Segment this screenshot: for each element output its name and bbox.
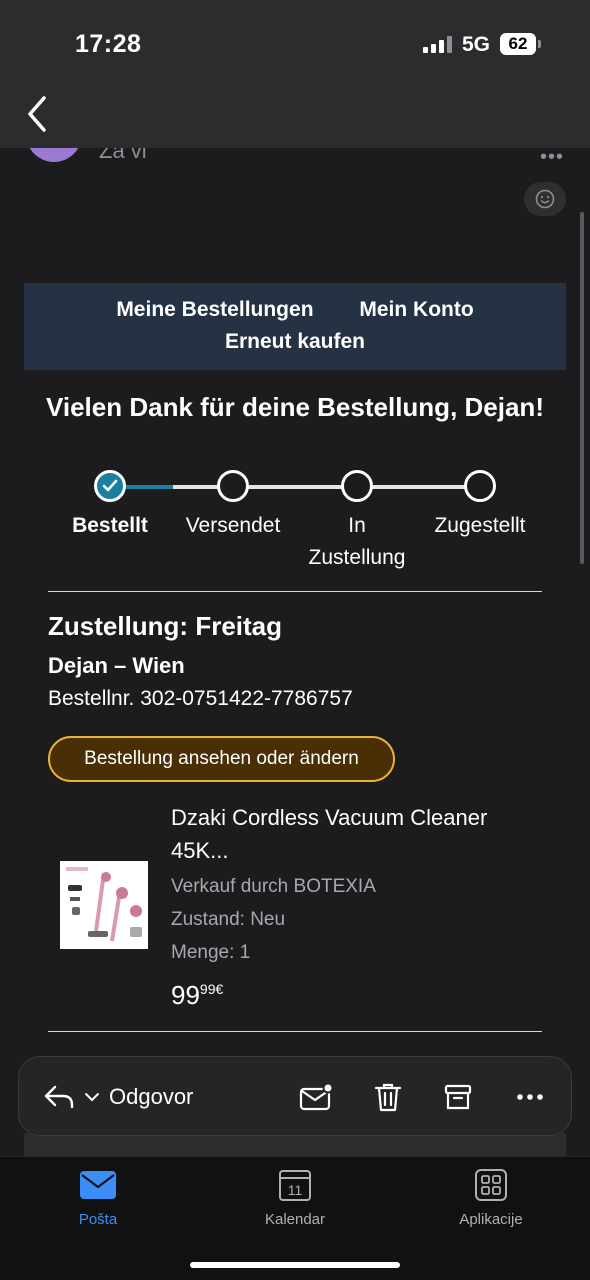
reply-icon (44, 1085, 74, 1109)
divider (48, 591, 542, 592)
apps-grid-icon (475, 1169, 507, 1201)
tracker-step-ordered (94, 470, 126, 502)
product-seller: Verkauf durch BOTEXIA (171, 876, 376, 897)
tracker-label-out-for-delivery: In Zustellung (308, 514, 406, 569)
delete-button[interactable] (365, 1057, 411, 1137)
tab-apps[interactable]: Aplikacije (431, 1165, 551, 1228)
shipment-tracker: Bestellt Versendet In Zustellung Zugeste… (0, 468, 590, 578)
my-account-link[interactable]: Mein Konto (359, 298, 473, 321)
tab-calendar-label: Kalendar (264, 1211, 326, 1228)
order-number: Bestellnr. 302-0751422-7786757 (48, 687, 353, 710)
product-condition: Zustand: Neu (171, 909, 286, 930)
tracker-label-shipped: Versendet (185, 514, 281, 537)
sender-avatar[interactable] (26, 148, 82, 162)
product-price: 9999€ (171, 980, 223, 1011)
home-indicator[interactable] (190, 1262, 400, 1268)
status-time: 17:28 (75, 30, 142, 58)
battery-icon: 62 (500, 33, 536, 55)
price-main: 99 (171, 980, 200, 1010)
mail-unread-icon (299, 1083, 333, 1111)
more-actions-button[interactable] (507, 1057, 553, 1137)
more-options-icon[interactable]: ••• (540, 148, 564, 169)
battery-tip (538, 40, 541, 48)
more-horizontal-icon (517, 1094, 543, 1100)
price-cents: 99€ (199, 981, 224, 997)
archive-icon (444, 1084, 472, 1110)
buy-again-link[interactable]: Erneut kaufen (225, 330, 365, 353)
smiley-icon (535, 189, 555, 209)
recipient-label: Za vi (99, 148, 147, 163)
calendar-icon: 11 (279, 1170, 311, 1201)
order-nav-box: Meine Bestellungen Mein Konto Erneut kau… (24, 283, 566, 370)
archive-button[interactable] (435, 1057, 481, 1137)
email-body: Za vi ••• Meine Bestellungen Mein Konto … (0, 148, 590, 1156)
tracker-progress-line (126, 485, 173, 489)
tab-mail-label: Pošta (78, 1211, 118, 1228)
chevron-down-icon[interactable] (83, 1091, 101, 1103)
thanks-heading: Vielen Dank für deine Bestellung, Dejan! (46, 392, 544, 422)
reply-button[interactable]: Odgovor (43, 1057, 213, 1137)
mail-icon (80, 1171, 116, 1199)
view-edit-order-button[interactable]: Bestellung ansehen oder ändern (48, 736, 395, 782)
network-type: 5G (462, 33, 491, 56)
tab-calendar[interactable]: 11 Kalendar (235, 1165, 355, 1228)
svg-text:11: 11 (288, 1182, 303, 1198)
tracker-step-shipped (217, 470, 249, 502)
product-title[interactable]: Dzaki Cordless Vacuum Cleaner 45K... (171, 801, 531, 867)
product-quantity: Menge: 1 (171, 942, 251, 963)
cellular-signal-icon (423, 36, 452, 53)
tracker-step-delivered (464, 470, 496, 502)
my-orders-link[interactable]: Meine Bestellungen (116, 298, 313, 321)
product-image[interactable] (60, 861, 148, 949)
tab-apps-label: Aplikacije (459, 1211, 523, 1228)
delivery-day-heading: Zustellung: Freitag (48, 611, 282, 641)
tab-mail[interactable]: Pošta (38, 1165, 158, 1228)
divider (48, 1031, 542, 1032)
reaction-button[interactable] (524, 182, 566, 216)
mark-unread-button[interactable] (293, 1057, 339, 1137)
delivery-recipient: Dejan – Wien (48, 653, 185, 678)
tracker-step-out-for-delivery (341, 470, 373, 502)
tracker-label-ordered: Bestellt (72, 514, 148, 537)
reply-label: Odgovor (109, 1084, 194, 1109)
tracker-label-delivered: Zugestellt (434, 514, 526, 537)
top-bar: 17:28 5G 62 (0, 0, 590, 148)
message-action-bar: Odgovor (18, 1056, 572, 1136)
checkmark-icon (102, 479, 118, 492)
back-chevron-icon[interactable] (22, 92, 56, 136)
trash-icon (374, 1083, 402, 1112)
